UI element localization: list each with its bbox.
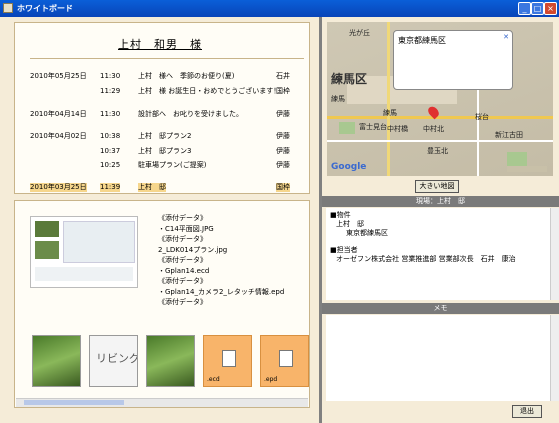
history-text: 駐車場プラン(ご提案) xyxy=(138,161,207,169)
info-section-title: ■担当者 xyxy=(330,246,358,254)
map-place-label: 練馬 xyxy=(331,95,345,103)
attachment-line: ・C14平面図.JPG xyxy=(158,224,214,233)
file-extension: .epd xyxy=(264,376,278,383)
close-button[interactable]: × xyxy=(544,2,557,15)
info-section-title: ■物件 xyxy=(330,211,351,219)
site-header: 現場：上村 邸 xyxy=(322,196,559,207)
attachment-line: 《添付データ》 xyxy=(158,277,207,285)
enlarge-map-button[interactable]: 大きい地図 xyxy=(415,180,459,193)
history-text: 上村 様 お誕生日・おめでとうございます！ xyxy=(138,87,281,95)
attachment-line: ・Gplan14_カメラ2_レタッチ情報.epd xyxy=(158,287,285,296)
map-place-label: 新江古田 xyxy=(495,131,523,139)
history-row[interactable]: 2010年04月02日 10:38 上村 邸プラン2 伊藤 xyxy=(30,132,306,141)
history-row[interactable]: 2010年04月14日 11:30 設計部へ お叱りを受けました。 伊藤 xyxy=(30,110,306,119)
history-staff: 国枠 xyxy=(276,183,290,192)
google-logo: Google xyxy=(331,162,367,172)
attachment-line: 2_LDK014プラン.jpg xyxy=(158,245,228,254)
history-text: 上村 様へ 季節のお便り(夏) xyxy=(138,72,235,80)
horizontal-scrollbar[interactable] xyxy=(16,398,308,407)
history-staff: 伊藤 xyxy=(276,161,290,169)
history-row[interactable]: 11:29 上村 様 お誕生日・おめでとうございます！ 国枠 xyxy=(30,87,306,96)
map-copyright xyxy=(507,166,547,172)
history-row[interactable]: 2010年03月25日 11:39 上村 邸 国枠 xyxy=(30,183,306,192)
info-scrollbar[interactable] xyxy=(550,208,559,300)
file-icon xyxy=(279,350,293,367)
history-date: 2010年03月25日 xyxy=(30,183,87,192)
info-line: 上村 邸 xyxy=(336,220,364,228)
file-extension: .ecd xyxy=(207,376,220,383)
thumbnail-text[interactable]: リビング xyxy=(89,335,138,387)
map-place-label: 富士見台 xyxy=(359,123,387,131)
history-text: 上村 邸プラン2 xyxy=(138,132,192,140)
history-staff: 伊藤 xyxy=(276,147,290,155)
title-bar xyxy=(0,0,559,17)
info-line: 東京都練馬区 xyxy=(346,229,388,237)
attachment-line: 《添付データ》 xyxy=(158,256,207,264)
thumbnail-file[interactable]: .epd xyxy=(260,335,309,387)
bubble-text: 東京都練馬区 xyxy=(398,36,446,45)
bubble-close-icon[interactable]: ✕ xyxy=(503,33,509,41)
map-district-label: 練馬区 xyxy=(331,72,368,86)
maximize-button[interactable]: □ xyxy=(531,2,544,15)
history-date: 2010年05月25日 xyxy=(30,72,87,80)
thumbnail-label: リビング xyxy=(96,352,138,365)
history-time: 10:25 xyxy=(100,161,121,169)
memo-header: メモ xyxy=(322,303,559,314)
history-time: 10:37 xyxy=(100,147,121,155)
map-place-label: 練馬 xyxy=(383,109,397,117)
attachment-line: ・Gplan14.ecd xyxy=(158,266,210,275)
window-title: ホワイトボード xyxy=(17,4,73,13)
exit-button[interactable]: 退出 xyxy=(512,405,542,418)
thumbnail-file[interactable]: .ecd xyxy=(203,335,252,387)
history-text: 上村 邸プラン3 xyxy=(138,147,192,155)
memo-scrollbar[interactable] xyxy=(550,315,559,401)
history-staff: 伊藤 xyxy=(276,132,290,140)
memo-textarea[interactable] xyxy=(326,315,550,401)
history-time: 10:38 xyxy=(100,132,121,140)
history-row[interactable]: 10:37 上村 邸プラン3 伊藤 xyxy=(30,147,306,156)
history-staff: 石井 xyxy=(276,72,290,80)
history-row[interactable]: 2010年05月25日 11:30 上村 様へ 季節のお便り(夏) 石井 xyxy=(30,72,306,81)
attachment-line: 《添付データ》 xyxy=(158,214,207,222)
customer-name: 上村 和男 様 xyxy=(118,38,202,51)
title-rule xyxy=(30,58,304,59)
attachment-line: 《添付データ》 xyxy=(158,235,207,243)
info-line: オーゼフン株式会社 営業推進部 営業部次長 石井 康治 xyxy=(336,255,516,263)
map-place-label: 桜台 xyxy=(475,113,489,121)
history-time: 11:30 xyxy=(100,72,121,80)
file-icon xyxy=(222,350,236,367)
thumbnail-photo[interactable] xyxy=(146,335,195,387)
history-date: 2010年04月14日 xyxy=(30,110,87,118)
history-time: 11:30 xyxy=(100,110,121,118)
map-place-label: 豊玉北 xyxy=(427,147,448,155)
history-date: 2010年04月02日 xyxy=(30,132,87,140)
history-row[interactable]: 10:25 駐車場プラン(ご提案) 伊藤 xyxy=(30,161,306,170)
splitter[interactable] xyxy=(319,17,322,423)
attachment-preview[interactable] xyxy=(30,216,138,288)
attachment-line: 《添付データ》 xyxy=(158,298,207,306)
history-time: 11:29 xyxy=(100,87,121,95)
history-staff: 伊藤 xyxy=(276,110,290,118)
map-info-bubble: 東京都練馬区 ✕ xyxy=(393,30,513,90)
thumbnail-photo[interactable] xyxy=(32,335,81,387)
map-place-label: 光が丘 xyxy=(349,29,370,37)
app-icon xyxy=(3,3,13,13)
history-time: 11:39 xyxy=(100,183,121,192)
map-view[interactable]: 東京都練馬区 ✕ 練馬区 Google 光が丘練馬富士見台 中村橋 練馬中村北豊玉北… xyxy=(327,22,553,176)
history-staff: 国枠 xyxy=(276,87,290,95)
map-place-label: 中村橋 xyxy=(387,125,408,133)
map-place-label: 中村北 xyxy=(423,125,444,133)
minimize-button[interactable]: _ xyxy=(518,2,531,15)
history-text: 上村 邸 xyxy=(138,183,166,192)
history-text: 設計部へ お叱りを受けました。 xyxy=(138,110,243,118)
